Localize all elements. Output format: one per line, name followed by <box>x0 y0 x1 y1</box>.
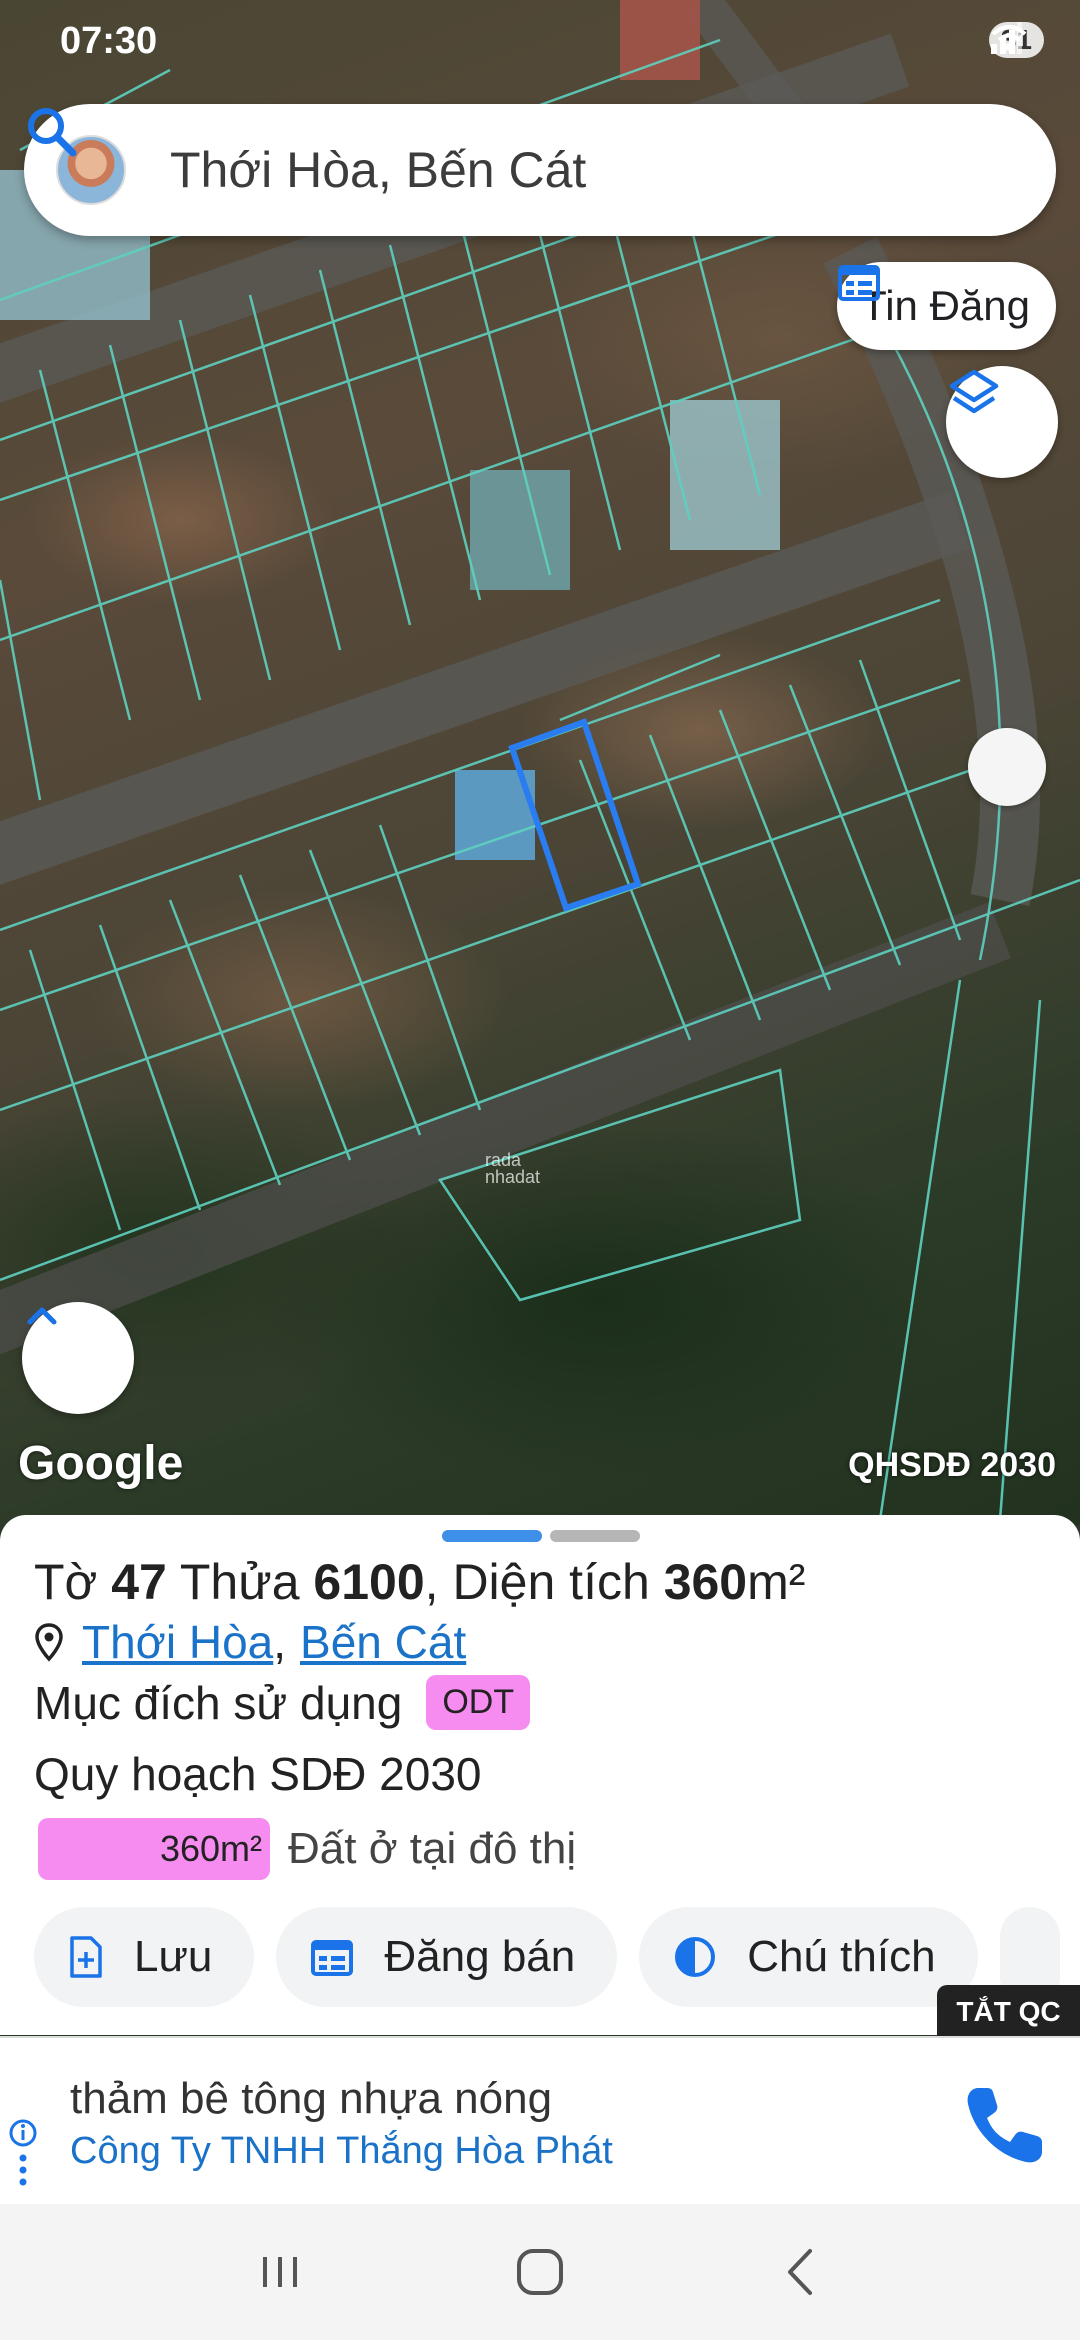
land-plan-title: Quy hoạch SDĐ 2030 <box>34 1748 482 1800</box>
hide-ads-button[interactable]: TẮT QC <box>937 1985 1080 2039</box>
status-time: 07:30 <box>60 20 158 62</box>
status-bar: 07:30 31 <box>0 0 1080 90</box>
plan-layer-label: QHSDĐ 2030 <box>848 1446 1056 1484</box>
contrast-icon <box>675 1937 716 1977</box>
calendar-icon <box>838 265 881 301</box>
location-row: Thới Hòa, Bến Cát <box>34 1615 466 1669</box>
land-plan-type: Đất ở tại đô thị <box>288 1824 577 1873</box>
land-plan-row: 360m² Đất ở tại đô thị <box>38 1818 576 1880</box>
save-button[interactable]: Lưu <box>34 1907 255 2007</box>
ad-title[interactable]: thảm bê tông nhựa nóng <box>70 2074 552 2124</box>
calendar-icon <box>311 1940 354 1976</box>
back-icon <box>788 2249 812 2295</box>
parcel-info-sheet: Tờ 47 Thửa 6100, Diện tích 360m² Thới Hò… <box>0 1515 1080 2035</box>
location-pin-icon <box>35 1623 63 1662</box>
action-buttons: Lưu Đăng bán Chú thích <box>34 1907 1060 2007</box>
land-plan-area-chip: 360m² <box>38 1818 270 1880</box>
page-indicator <box>442 1530 640 1542</box>
land-purpose-badge: ODT <box>426 1675 531 1730</box>
chevron-up-icon <box>27 1307 57 1325</box>
status-icons: 31 <box>988 22 1044 58</box>
layers-icon <box>949 369 999 414</box>
district-link[interactable]: Bến Cát <box>300 1615 466 1669</box>
add-file-icon <box>70 1936 102 1978</box>
home-icon <box>517 2249 563 2295</box>
land-purpose-row: Mục đích sử dụng ODT <box>34 1675 531 1730</box>
layers-button[interactable] <box>946 366 1058 478</box>
recents-button[interactable] <box>230 2222 330 2322</box>
expand-sheet-button[interactable] <box>22 1302 134 1414</box>
satellite-map[interactable]: rada nhadat 07:30 31 Thới Hòa, Bến Cát T… <box>0 0 1080 1525</box>
back-button[interactable] <box>750 2222 850 2322</box>
signal-icon <box>990 22 1022 54</box>
search-bar[interactable]: Thới Hòa, Bến Cát <box>24 104 1056 236</box>
watermark: rada nhadat <box>485 1150 541 1187</box>
page-dot[interactable] <box>550 1530 640 1542</box>
post-sale-button[interactable]: Đăng bán <box>276 1907 618 2007</box>
legend-label: Chú thích <box>747 1932 936 1981</box>
home-button[interactable] <box>490 2222 590 2322</box>
google-logo: Google <box>18 1437 184 1490</box>
save-label: Lưu <box>134 1932 213 1981</box>
search-icon <box>28 108 77 157</box>
post-sale-label: Đăng bán <box>384 1932 576 1981</box>
listings-label: Tin Đăng <box>861 282 1030 329</box>
ward-link[interactable]: Thới Hòa <box>82 1615 273 1669</box>
ad-advertiser[interactable]: Công Ty TNHH Thắng Hòa Phát <box>70 2130 613 2173</box>
listings-button[interactable]: Tin Đăng <box>837 262 1056 350</box>
phone-icon[interactable] <box>960 2080 1050 2170</box>
page-dot-active[interactable] <box>442 1530 542 1542</box>
recents-icon <box>263 2257 297 2287</box>
system-nav-bar <box>0 2204 1080 2340</box>
ad-info-icon[interactable] <box>8 2118 38 2198</box>
ad-banner[interactable]: thảm bê tông nhựa nóng Công Ty TNHH Thắn… <box>0 2036 1080 2204</box>
land-purpose-label: Mục đích sử dụng <box>34 1676 403 1729</box>
search-button[interactable] <box>28 108 1026 210</box>
side-handle[interactable] <box>968 728 1046 806</box>
parcel-title: Tờ 47 Thửa 6100, Diện tích 360m² <box>34 1554 806 1610</box>
search-input[interactable]: Thới Hòa, Bến Cát <box>170 141 946 199</box>
legend-button[interactable]: Chú thích <box>639 1907 978 2007</box>
